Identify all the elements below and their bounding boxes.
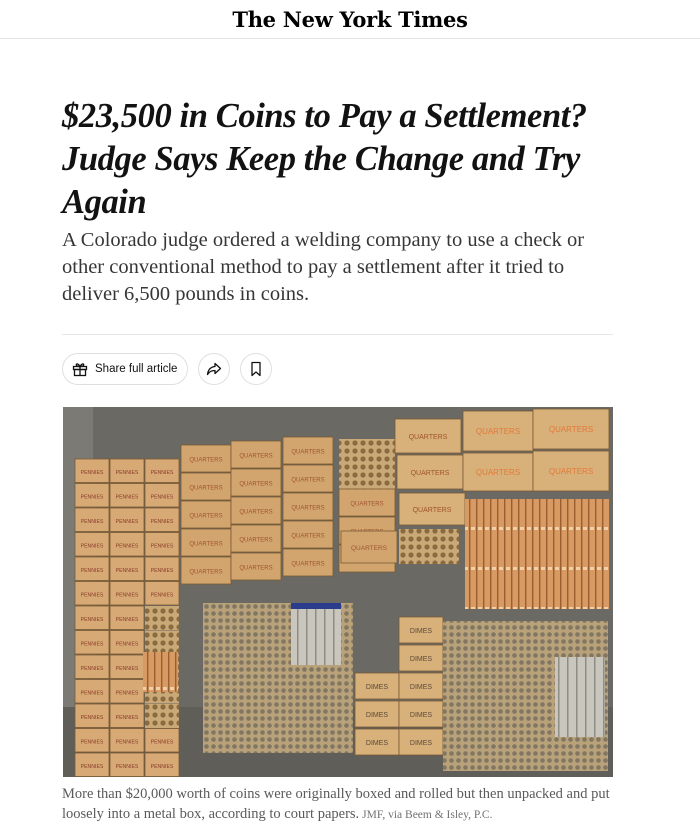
coin-box-label: PENNIES [81,494,104,500]
coin-box-label: DIMES [410,740,433,747]
share-toolbar: Share full article [62,353,273,385]
coin-rolls [143,652,178,692]
coin-box-label: QUARTERS [549,467,593,476]
open-coin-box [399,529,459,564]
coin-box-label: DIMES [366,740,389,747]
coin-box-label: PENNIES [116,592,139,598]
coin-box-label: PENNIES [151,764,174,770]
coin-box-label: PENNIES [151,592,174,598]
coin-box-label: QUARTERS [549,425,593,434]
coin-box-label: QUARTERS [350,502,383,508]
share-arrow-icon [205,360,223,378]
coin-box-label: PENNIES [116,568,139,574]
coin-box-label: QUARTERS [409,434,448,441]
coin-box-label: PENNIES [116,666,139,672]
coin-box-label: PENNIES [81,764,104,770]
coin-box-label: PENNIES [151,519,174,525]
open-coin-box [145,606,179,630]
gift-icon [71,360,89,378]
coin-box-label: PENNIES [151,739,174,745]
coin-box-label: PENNIES [116,470,139,476]
coin-box-label: PENNIES [81,641,104,647]
coin-box-label: QUARTERS [476,468,520,477]
coin-box-label: PENNIES [81,666,104,672]
coin-box-label: QUARTERS [291,506,324,512]
coin-box-label: QUARTERS [239,538,272,544]
article-summary: A Colorado judge ordered a welding compa… [62,229,585,305]
coin-box-label: PENNIES [81,715,104,721]
caption-text: More than $20,000 worth of coins were or… [62,786,610,822]
coin-box-label: QUARTERS [189,486,222,492]
coin-box-label: PENNIES [81,519,104,525]
share-full-article-button[interactable]: Share full article [62,353,189,385]
coin-box-label: PENNIES [151,568,174,574]
coin-box-label: DIMES [366,712,389,719]
coin-box-label: PENNIES [116,641,139,647]
coin-box-label: PENNIES [116,543,139,549]
coin-box-label: QUARTERS [413,507,452,514]
open-coin-box [339,439,395,469]
silver-rolls [291,605,341,665]
coin-box-label: PENNIES [116,494,139,500]
coin-box-label: PENNIES [81,543,104,549]
coin-box-label: PENNIES [81,739,104,745]
coin-box-label: DIMES [410,628,433,635]
coin-box-label: QUARTERS [189,458,222,464]
coin-box-label: QUARTERS [291,534,324,540]
article-photo: PENNIES PENNIES PENNIES PENNIES PENNIES PENNI… [63,407,613,777]
coin-box-label: QUARTERS [189,542,222,548]
coin-box-label: PENNIES [116,617,139,623]
coin-box-label: QUARTERS [239,566,272,572]
coin-box-label: PENNIES [151,543,174,549]
nyt-logo[interactable]: The New York Times [232,7,468,32]
coin-box-label: DIMES [366,684,389,691]
coin-box-label: PENNIES [116,764,139,770]
coin-box-label: QUARTERS [476,427,520,436]
coin-box-label: QUARTERS [291,478,324,484]
coin-box-label: QUARTERS [411,470,450,477]
coin-box-label: DIMES [410,656,433,663]
coin-box-label: DIMES [410,684,433,691]
coin-box-label: PENNIES [81,592,104,598]
photo-caption: More than $20,000 worth of coins were or… [62,784,622,825]
photo-credit: JMF, via Beem & Isley, P.C. [362,809,493,821]
dime-rolls [555,657,605,737]
article-headline: $23,500 in Coins to Pay a Settlement? Ju… [62,97,587,221]
coin-box-label: PENNIES [116,690,139,696]
coin-box-label: PENNIES [81,470,104,476]
coin-box-label: PENNIES [116,715,139,721]
coin-box-label: QUARTERS [351,545,388,552]
open-coin-box [145,704,179,728]
coin-box-label: QUARTERS [291,562,324,568]
quarter-rolls [465,499,610,609]
coin-box-label: DIMES [410,712,433,719]
coin-boxes-image: PENNIES PENNIES PENNIES PENNIES PENNIES PENNI… [63,407,613,777]
share-full-article-label: Share full article [95,363,178,375]
coin-box-label: QUARTERS [189,570,222,576]
coin-box-label: QUARTERS [239,510,272,516]
coin-box-label: PENNIES [81,617,104,623]
coin-box-label: PENNIES [81,690,104,696]
masthead: The New York Times [0,0,700,39]
coin-box-label: PENNIES [116,519,139,525]
divider [62,334,613,335]
bookmark-icon [247,360,265,378]
coin-box-label: QUARTERS [291,450,324,456]
coin-box-label: QUARTERS [189,514,222,520]
coin-box-label: QUARTERS [239,482,272,488]
save-button[interactable] [240,353,273,385]
open-coin-box [145,630,179,655]
coin-box-label: PENNIES [151,494,174,500]
share-button[interactable] [198,353,231,385]
coin-box-label: PENNIES [81,568,104,574]
blue-band [291,603,341,609]
coin-box-label: QUARTERS [239,454,272,460]
coin-box-label: PENNIES [116,739,139,745]
coin-box-label: PENNIES [151,470,174,476]
